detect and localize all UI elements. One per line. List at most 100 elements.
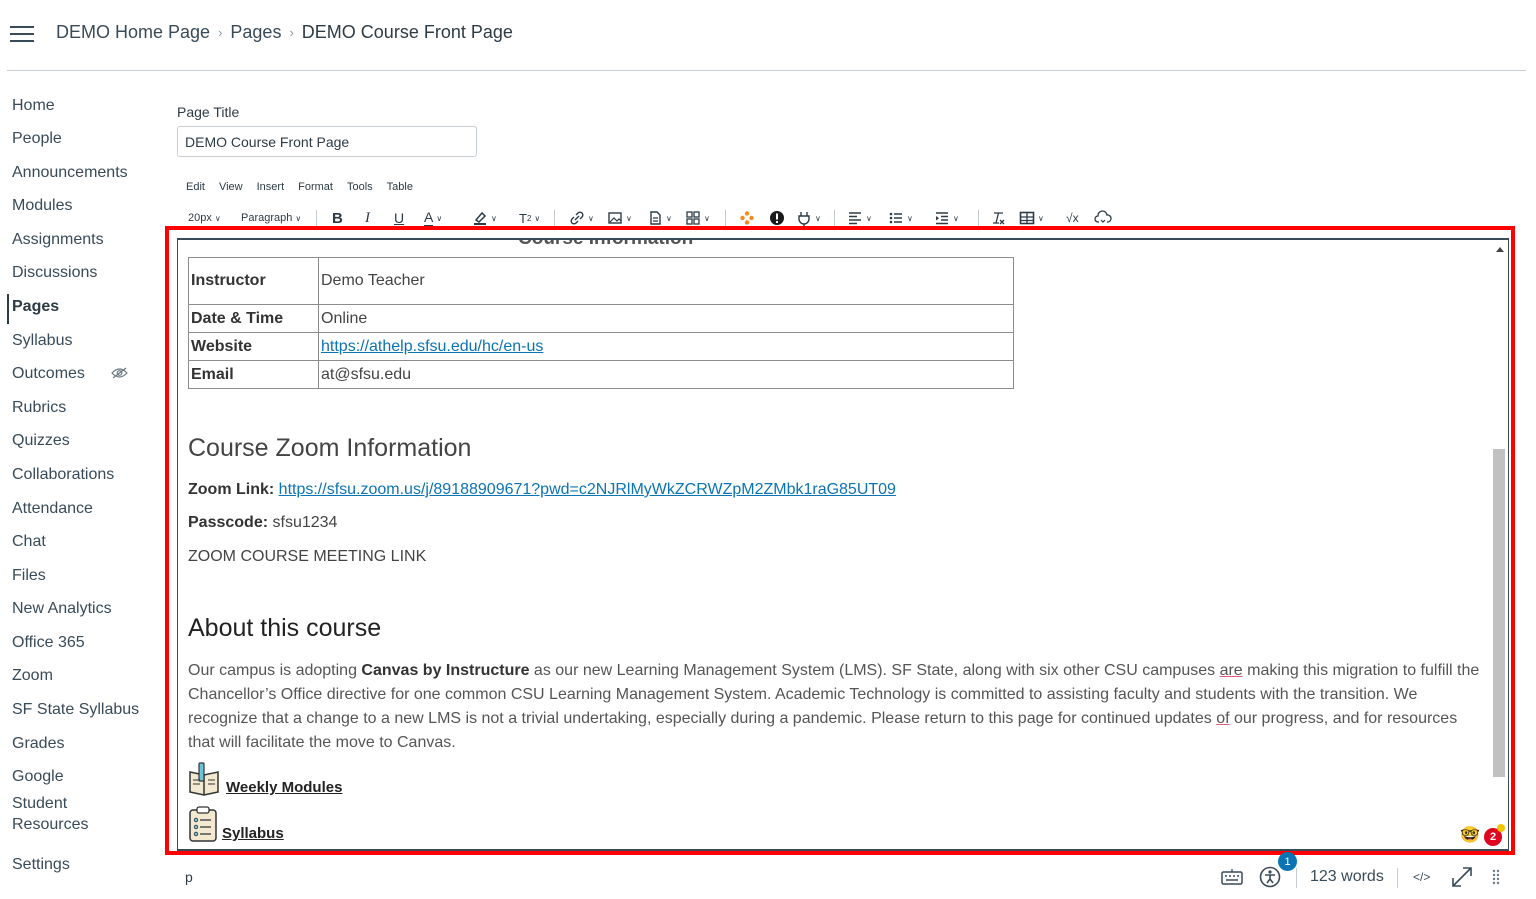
breadcrumb-current-page: DEMO Course Front Page — [301, 22, 513, 42]
passcode-paragraph: Passcode: sfsu1234 — [188, 514, 337, 532]
element-path[interactable]: p — [185, 869, 193, 885]
passcode-label: Passcode: — [188, 514, 269, 531]
plugin-icon[interactable]: ∨ — [796, 208, 821, 228]
block-format-value: Paragraph — [241, 212, 293, 224]
notification-plus-icon — [1497, 824, 1505, 832]
meeting-link-text: ZOOM COURSE MEETING LINK — [188, 548, 427, 565]
zoom-link[interactable]: https://sfsu.zoom.us/j/89188909671?pwd=c… — [279, 481, 896, 498]
image-icon[interactable]: ∨ — [607, 208, 632, 228]
about-paragraph: Our campus is adopting Canvas by Instruc… — [188, 659, 1483, 755]
sidebar-item-sf-state-syllabus[interactable]: SF State Syllabus — [12, 701, 139, 719]
about-text: Our campus is adopting — [188, 662, 362, 679]
accessibility-checker-icon[interactable] — [769, 208, 785, 228]
rich-content-editor[interactable]: Course Information Instructor Demo Teach… — [177, 238, 1509, 851]
sidebar-item-google[interactable]: Google — [12, 768, 64, 786]
sidebar-item-files[interactable]: Files — [12, 567, 46, 585]
table-label-cell: Email — [188, 360, 319, 389]
sidebar-item-discussions[interactable]: Discussions — [12, 264, 97, 282]
weekly-modules-label: Weekly Modules — [226, 779, 343, 796]
table-row: Instructor Demo Teacher — [188, 257, 1014, 305]
table-icon[interactable]: ∨ — [1019, 208, 1044, 228]
table-row: Email at@sfsu.edu — [188, 360, 1014, 389]
sidebar-item-quizzes[interactable]: Quizzes — [12, 432, 70, 450]
sidebar-item-announcements[interactable]: Announcements — [12, 164, 128, 182]
toolbar-divider — [725, 210, 726, 226]
sidebar-item-modules[interactable]: Modules — [12, 197, 72, 215]
book-icon — [189, 762, 219, 796]
syllabus-link[interactable]: Syllabus — [188, 806, 284, 842]
toolbar-divider — [554, 210, 555, 226]
superscript-icon[interactable]: T 2 ∨ — [519, 208, 540, 228]
sidebar-item-people[interactable]: People — [12, 130, 62, 148]
spellcheck-word[interactable]: are — [1220, 662, 1243, 679]
link-icon[interactable]: ∨ — [569, 208, 594, 228]
header-divider — [7, 70, 1526, 71]
equation-icon[interactable]: √x — [1066, 208, 1079, 228]
sidebar-item-grades[interactable]: Grades — [12, 735, 64, 753]
sidebar-item-home[interactable]: Home — [12, 97, 55, 115]
sidebar-item-office-365[interactable]: Office 365 — [12, 634, 85, 652]
menu-tools[interactable]: Tools — [347, 181, 373, 193]
font-size-select[interactable]: 20px ∨ — [188, 208, 221, 228]
hidden-eye-icon — [111, 367, 128, 379]
sidebar-item-rubrics[interactable]: Rubrics — [12, 399, 66, 417]
syllabus-label: Syllabus — [222, 825, 284, 842]
sidebar-item-pages[interactable]: Pages — [12, 298, 59, 316]
italic-icon[interactable]: I — [365, 208, 370, 228]
html-editor-toggle[interactable]: </> — [1413, 862, 1430, 892]
document-icon[interactable]: ∨ — [647, 208, 672, 228]
apps-icon[interactable] — [739, 208, 755, 228]
scrollbar-thumb[interactable] — [1493, 449, 1505, 777]
sidebar-item-attendance[interactable]: Attendance — [12, 500, 93, 518]
word-count[interactable]: 123 words — [1310, 862, 1384, 892]
embed-icon[interactable] — [1094, 208, 1112, 228]
resize-handle-icon[interactable] — [1492, 862, 1500, 892]
sidebar-item-assignments[interactable]: Assignments — [12, 231, 104, 249]
sidebar-item-outcomes[interactable]: Outcomes — [12, 365, 85, 383]
table-label-cell: Website — [188, 332, 319, 361]
bold-icon[interactable]: B — [332, 208, 343, 228]
spellcheck-word[interactable]: of — [1216, 710, 1229, 727]
breadcrumb-pages[interactable]: Pages — [230, 22, 281, 43]
grammar-emoji-icon[interactable]: 🤓 — [1460, 825, 1480, 845]
sidebar-item-collaborations[interactable]: Collaborations — [12, 466, 114, 484]
about-heading: About this course — [188, 614, 382, 642]
accessibility-icon[interactable] — [1259, 862, 1281, 892]
menu-view[interactable]: View — [219, 181, 243, 193]
editor-scrollbar[interactable] — [1492, 240, 1508, 849]
hamburger-menu-icon[interactable] — [10, 26, 34, 44]
weekly-modules-link[interactable]: Weekly Modules — [188, 762, 342, 796]
menu-table[interactable]: Table — [387, 181, 413, 193]
page-title-input[interactable] — [177, 126, 477, 157]
editor-menubar: Edit View Insert Format Tools Table — [186, 181, 427, 193]
sidebar-item-zoom[interactable]: Zoom — [12, 667, 53, 685]
zoom-info-heading: Course Zoom Information — [188, 434, 472, 462]
sidebar-item-chat[interactable]: Chat — [12, 533, 46, 551]
highlight-icon[interactable]: ∨ — [472, 208, 497, 228]
sidebar-item-syllabus[interactable]: Syllabus — [12, 332, 72, 350]
about-bold-text: Canvas by Instructure — [361, 662, 530, 679]
active-nav-indicator — [7, 294, 9, 324]
table-label-cell: Date & Time — [188, 304, 319, 333]
menu-insert[interactable]: Insert — [257, 181, 285, 193]
sidebar-item-settings[interactable]: Settings — [12, 856, 70, 874]
sidebar-item-student-resources[interactable]: Student Resources — [12, 793, 102, 835]
breadcrumb-home[interactable]: DEMO Home Page — [56, 22, 210, 43]
align-icon[interactable]: ∨ — [847, 208, 872, 228]
scroll-up-icon[interactable] — [1496, 247, 1504, 252]
indent-icon[interactable]: ∨ — [934, 208, 959, 228]
clear-formatting-icon[interactable] — [990, 208, 1006, 228]
underline-icon[interactable]: U — [394, 208, 404, 228]
menu-format[interactable]: Format — [298, 181, 333, 193]
keyboard-shortcuts-icon[interactable] — [1221, 862, 1243, 892]
toolbar-divider — [834, 210, 835, 226]
menu-edit[interactable]: Edit — [186, 181, 205, 193]
bullet-list-icon[interactable]: ∨ — [888, 208, 913, 228]
toolbar-divider — [978, 210, 979, 226]
sidebar-item-new-analytics[interactable]: New Analytics — [12, 600, 112, 618]
fullscreen-icon[interactable] — [1451, 862, 1473, 892]
text-color-icon[interactable]: A ∨ — [424, 208, 442, 228]
media-icon[interactable]: ∨ — [685, 208, 710, 228]
block-format-select[interactable]: Paragraph ∨ — [241, 208, 301, 228]
website-link[interactable]: https://athelp.sfsu.edu/hc/en-us — [321, 338, 543, 355]
